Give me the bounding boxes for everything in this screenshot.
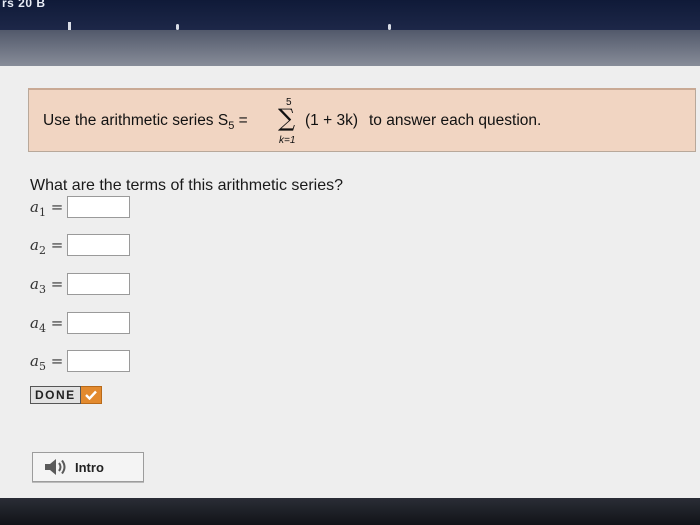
sigma-lower-limit: k=1 [279, 135, 296, 146]
term-label: a2 = [30, 236, 64, 257]
term-label: a5 = [30, 352, 64, 373]
summation-expression: (1 + 3k) [305, 112, 358, 129]
header-partial-text: rs 20 B [2, 0, 46, 10]
question-panel: Use the arithmetic series S5 = 5 ∑ k=1 (… [0, 66, 700, 498]
top-bar-marker [68, 22, 71, 30]
done-button-label: DONE [30, 386, 81, 404]
top-bar: rs 20 B [0, 0, 700, 30]
term-label: a3 = [30, 275, 64, 296]
checkmark-icon [80, 386, 102, 404]
header-strip [0, 30, 700, 68]
sigma-symbol: ∑ [278, 104, 296, 132]
prompt-tail: to answer each question. [369, 112, 542, 129]
summation: 5 ∑ k=1 [277, 90, 305, 154]
term-input-a1[interactable] [67, 196, 130, 218]
term-label: a4 = [30, 314, 64, 335]
prompt-lead: Use the arithmetic series S5 = [43, 112, 248, 133]
term-label: a1 = [30, 198, 64, 219]
question-text: What are the terms of this arithmetic se… [30, 177, 343, 194]
intro-button[interactable]: Intro [32, 452, 144, 482]
speaker-icon [45, 459, 66, 475]
intro-button-label: Intro [75, 459, 104, 475]
prompt-box: Use the arithmetic series S5 = 5 ∑ k=1 (… [28, 88, 696, 152]
term-input-a2[interactable] [67, 234, 130, 256]
term-input-a3[interactable] [67, 273, 130, 295]
done-button[interactable]: DONE [30, 386, 102, 404]
term-input-a5[interactable] [67, 350, 130, 372]
bottom-bezel [0, 498, 700, 525]
term-input-a4[interactable] [67, 312, 130, 334]
